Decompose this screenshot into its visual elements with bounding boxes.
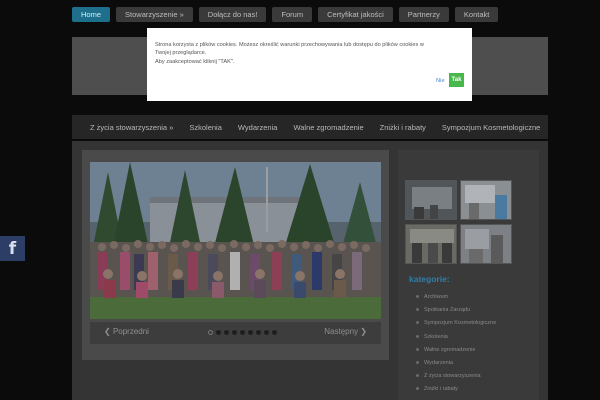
main-nav-general-meeting[interactable]: Walne zgromadzenie	[285, 123, 371, 132]
top-nav-stowarzyszenie[interactable]: Stowarzyszenie »	[116, 7, 193, 22]
cookie-accept-button[interactable]: Tak	[449, 73, 464, 87]
cookie-notice: Strona korzysta z plików cookies. Możesz…	[147, 28, 472, 101]
cookie-text-line-1: Strona korzysta z plików cookies. Możesz…	[155, 42, 424, 48]
category-item[interactable]: Sympozjum Kosmetologiczne	[416, 318, 496, 331]
slider-dot[interactable]	[208, 330, 213, 335]
slider-dot[interactable]	[216, 330, 221, 335]
main-nav-symposium[interactable]: Sympozjum Kosmetologiczne	[434, 123, 548, 132]
slider-controls: ❮ Poprzedni Następny ❯	[90, 322, 381, 344]
slider-next-label: Następny	[324, 327, 359, 336]
category-item[interactable]: Walne zgromadzenie	[416, 345, 496, 358]
top-nav-join[interactable]: Dołącz do nas!	[198, 7, 267, 22]
category-item[interactable]: Szkolenia	[416, 332, 496, 345]
category-item[interactable]: Zniżki i rabaty	[416, 384, 496, 397]
top-nav-forum[interactable]: Forum	[272, 7, 313, 22]
facebook-glyph: f	[8, 238, 17, 259]
gallery-thumbnail[interactable]	[405, 224, 457, 264]
facebook-icon[interactable]: f	[0, 236, 25, 261]
cookie-text-line-2: Twojej przeglądarce.	[155, 50, 207, 57]
chevron-right-icon: ❯	[360, 327, 367, 336]
category-item[interactable]: Wydarzenia	[416, 358, 496, 371]
slider-dot[interactable]	[272, 330, 277, 335]
main-nav-training[interactable]: Szkolenia	[181, 123, 230, 132]
slider-dot[interactable]	[224, 330, 229, 335]
group-photo-illustration	[90, 162, 381, 319]
main-nav-events[interactable]: Wydarzenia	[230, 123, 286, 132]
categories-title: kategorie:	[409, 274, 450, 284]
gallery-thumbnail[interactable]	[460, 224, 512, 264]
slider-pagination	[208, 330, 277, 335]
top-nav-home[interactable]: Home	[72, 7, 111, 22]
top-nav-partners[interactable]: Partnerzy	[398, 7, 449, 22]
top-nav-certificate[interactable]: Certyfikat jakości	[318, 7, 393, 22]
thumbnail-image	[406, 225, 456, 263]
slider-dot[interactable]	[232, 330, 237, 335]
category-item[interactable]: Spotkania Zarządu	[416, 305, 496, 318]
slider-dot[interactable]	[240, 330, 245, 335]
main-nav: Z życia stowarzyszenia » Szkolenia Wydar…	[72, 115, 548, 139]
top-nav-contact[interactable]: Kontakt	[454, 7, 499, 22]
thumbnail-image	[461, 181, 511, 219]
slider-prev-label: Poprzedni	[112, 327, 149, 336]
main-nav-discounts[interactable]: Zniżki i rabaty	[372, 123, 434, 132]
cookie-decline-link[interactable]: Nie	[436, 78, 445, 84]
categories-list: Archiwum Spotkania Zarządu Sympozjum Kosme…	[416, 292, 496, 398]
slider-dot[interactable]	[248, 330, 253, 335]
category-item[interactable]: Z życia stowarzyszenia	[416, 371, 496, 384]
chevron-left-icon: ❮	[104, 327, 111, 336]
gallery-thumbnail[interactable]	[460, 180, 512, 220]
top-nav: Home Stowarzyszenie » Dołącz do nas! For…	[72, 7, 499, 22]
slider-next-button[interactable]: Następny ❯	[324, 327, 367, 336]
cookie-text-line-3: Aby zaakceptować kliknij "TAK".	[155, 58, 235, 65]
thumbnail-image	[406, 181, 456, 219]
gallery-thumbnail[interactable]	[405, 180, 457, 220]
thumbnail-image	[461, 225, 511, 263]
main-nav-life[interactable]: Z życia stowarzyszenia »	[82, 123, 181, 132]
slider-dot[interactable]	[256, 330, 261, 335]
slider-prev-button[interactable]: ❮ Poprzedni	[104, 327, 149, 336]
slider-dot[interactable]	[264, 330, 269, 335]
category-item[interactable]: Archiwum	[416, 292, 496, 305]
slider-image[interactable]	[90, 162, 381, 319]
